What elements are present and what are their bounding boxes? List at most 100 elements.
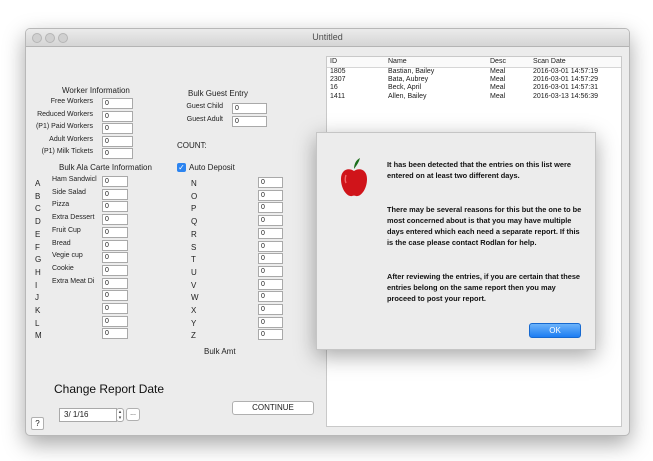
worker-row-label: Reduced Workers bbox=[37, 110, 93, 118]
list-cell: Bastian, Bailey bbox=[388, 68, 435, 75]
ala-carte-letter: C bbox=[35, 204, 41, 214]
list-cell: 1805 bbox=[330, 68, 346, 75]
ala-carte-letter: M bbox=[35, 331, 42, 341]
help-button[interactable]: ? bbox=[31, 417, 44, 430]
bulk-letter: Q bbox=[191, 217, 198, 227]
worker-row-label: (P1) Milk Tickets bbox=[41, 148, 93, 155]
worker-row-field[interactable]: 0 bbox=[102, 135, 133, 147]
list-cell: Meal bbox=[490, 68, 506, 75]
bulk-letter-field[interactable]: 0 bbox=[258, 278, 283, 290]
bulk-letter: O bbox=[191, 191, 198, 201]
continue-button[interactable]: CONTINUE bbox=[232, 401, 314, 415]
worker-row-field[interactable]: 0 bbox=[102, 110, 133, 122]
ala-carte-letter: B bbox=[35, 191, 41, 201]
ala-carte-letter: H bbox=[35, 267, 41, 277]
bulk-letter-field[interactable]: 0 bbox=[258, 291, 283, 303]
ala-carte-item-label: Pizza bbox=[52, 201, 70, 209]
alert-dialog: It has been detected that the entries on… bbox=[316, 132, 596, 350]
ok-button[interactable]: OK bbox=[529, 323, 581, 338]
worker-row-field[interactable]: 0 bbox=[102, 98, 133, 109]
bulk-letter: X bbox=[191, 306, 197, 315]
list-cell: Meal bbox=[490, 92, 506, 100]
list-column-header[interactable]: Desc bbox=[490, 58, 506, 65]
bulk-letter-field[interactable]: 0 bbox=[258, 304, 283, 315]
ala-carte-item-field[interactable]: 0 bbox=[102, 214, 128, 226]
bulk-letter-field[interactable]: 0 bbox=[258, 227, 283, 239]
bulk-letter: S bbox=[191, 242, 197, 252]
change-report-date-heading: Change Report Date bbox=[54, 382, 165, 396]
worker-info-heading: Worker Information bbox=[62, 86, 130, 95]
ala-carte-letter: A bbox=[35, 179, 41, 188]
ala-carte-letter: K bbox=[35, 306, 41, 315]
list-column-header[interactable]: Scan Date bbox=[533, 58, 566, 65]
date-stepper[interactable]: ▴ ▾ bbox=[116, 408, 124, 422]
guest-row-label: Guest Child bbox=[186, 103, 223, 110]
list-column-header[interactable]: Name bbox=[388, 58, 407, 65]
ala-carte-letter: E bbox=[35, 229, 41, 239]
bulk-amt-label: Bulk Amt bbox=[204, 347, 236, 356]
worker-row-field[interactable]: 0 bbox=[102, 123, 133, 134]
guest-row-field[interactable]: 0 bbox=[232, 115, 267, 127]
ala-carte-letter: D bbox=[35, 217, 41, 227]
list-cell: 2016-03-01 14:57:19 bbox=[533, 68, 598, 75]
ala-carte-item-label: Side Salad bbox=[52, 188, 86, 196]
guest-row-field[interactable]: 0 bbox=[232, 103, 267, 114]
ala-carte-item-field[interactable]: 0 bbox=[102, 264, 128, 276]
bulk-letter: N bbox=[191, 179, 197, 188]
list-cell: Meal bbox=[490, 76, 506, 84]
title-bar: Untitled bbox=[26, 29, 629, 47]
ala-carte-item-field[interactable]: 0 bbox=[102, 188, 128, 200]
ala-carte-item-field[interactable]: 0 bbox=[102, 226, 128, 238]
worker-row-label: (P1) Paid Workers bbox=[35, 123, 93, 130]
bulk-letter-field[interactable]: 0 bbox=[258, 215, 283, 227]
list-cell: 2307 bbox=[330, 76, 346, 84]
bulk-letter-field[interactable]: 0 bbox=[258, 177, 283, 188]
ala-carte-letter: I bbox=[35, 280, 38, 290]
alert-message-3: After reviewing the entries, if you are … bbox=[387, 272, 581, 303]
ala-carte-letter: G bbox=[35, 255, 42, 265]
auto-deposit-checkbox[interactable]: ✓ bbox=[177, 163, 186, 172]
bulk-letter-field[interactable]: 0 bbox=[258, 316, 283, 328]
apple-icon bbox=[339, 157, 369, 199]
list-cell: Bata, Aubrey bbox=[388, 76, 429, 84]
count-label: COUNT: bbox=[177, 141, 207, 150]
bulk-letter: T bbox=[191, 255, 196, 265]
ala-carte-item-field[interactable]: 0 bbox=[102, 239, 128, 251]
ala-carte-item-field[interactable]: 0 bbox=[102, 252, 128, 264]
list-cell: Beck, April bbox=[388, 84, 422, 92]
ala-carte-item-label: Bread bbox=[52, 239, 71, 247]
ala-carte-item-field[interactable]: 0 bbox=[102, 277, 128, 289]
bulk-letter: Y bbox=[191, 318, 197, 328]
list-column-header[interactable]: ID bbox=[330, 58, 337, 65]
list-header bbox=[327, 57, 621, 68]
list-cell: Meal bbox=[490, 84, 506, 92]
bulk-letter-field[interactable]: 0 bbox=[258, 329, 283, 341]
worker-row-label: Adult Workers bbox=[49, 135, 93, 143]
ala-carte-item-label: Vegie cup bbox=[52, 252, 83, 260]
bulk-letter-field[interactable]: 0 bbox=[258, 202, 283, 214]
worker-row-field[interactable]: 0 bbox=[102, 148, 133, 159]
bulk-letter: P bbox=[191, 204, 197, 214]
ala-carte-item-field[interactable]: 0 bbox=[102, 328, 128, 340]
list-cell: 2016-03-01 14:57:29 bbox=[533, 76, 598, 84]
ala-carte-letter: F bbox=[35, 242, 40, 252]
bulk-letter-field[interactable]: 0 bbox=[258, 265, 283, 277]
ala-carte-item-field[interactable]: 0 bbox=[102, 290, 128, 302]
list-cell: 2016-03-01 14:57:31 bbox=[533, 84, 598, 92]
ala-carte-item-field[interactable]: 0 bbox=[102, 201, 128, 213]
ala-carte-item-field[interactable]: 0 bbox=[102, 176, 128, 187]
ala-carte-item-field[interactable]: 0 bbox=[102, 315, 128, 327]
ala-carte-letter: J bbox=[35, 293, 39, 303]
bulk-letter-field[interactable]: 0 bbox=[258, 240, 283, 252]
ala-carte-item-field[interactable]: 0 bbox=[102, 303, 128, 314]
bulk-letter-field[interactable]: 0 bbox=[258, 189, 283, 201]
alert-message-1: It has been detected that the entries on… bbox=[387, 160, 571, 180]
window-title: Untitled bbox=[312, 32, 343, 42]
list-cell: 2016-03-13 14:56:39 bbox=[533, 92, 598, 100]
bulk-letter-field[interactable]: 0 bbox=[258, 253, 283, 265]
worker-row-label: Free Workers bbox=[50, 98, 93, 105]
report-date-field[interactable]: 3/ 1/16 bbox=[59, 408, 117, 422]
date-picker-button[interactable]: ... bbox=[126, 408, 140, 421]
ala-carte-item-label: Extra Dessert bbox=[52, 214, 95, 222]
ala-carte-item-label: Ham Sandwicl bbox=[52, 176, 97, 183]
